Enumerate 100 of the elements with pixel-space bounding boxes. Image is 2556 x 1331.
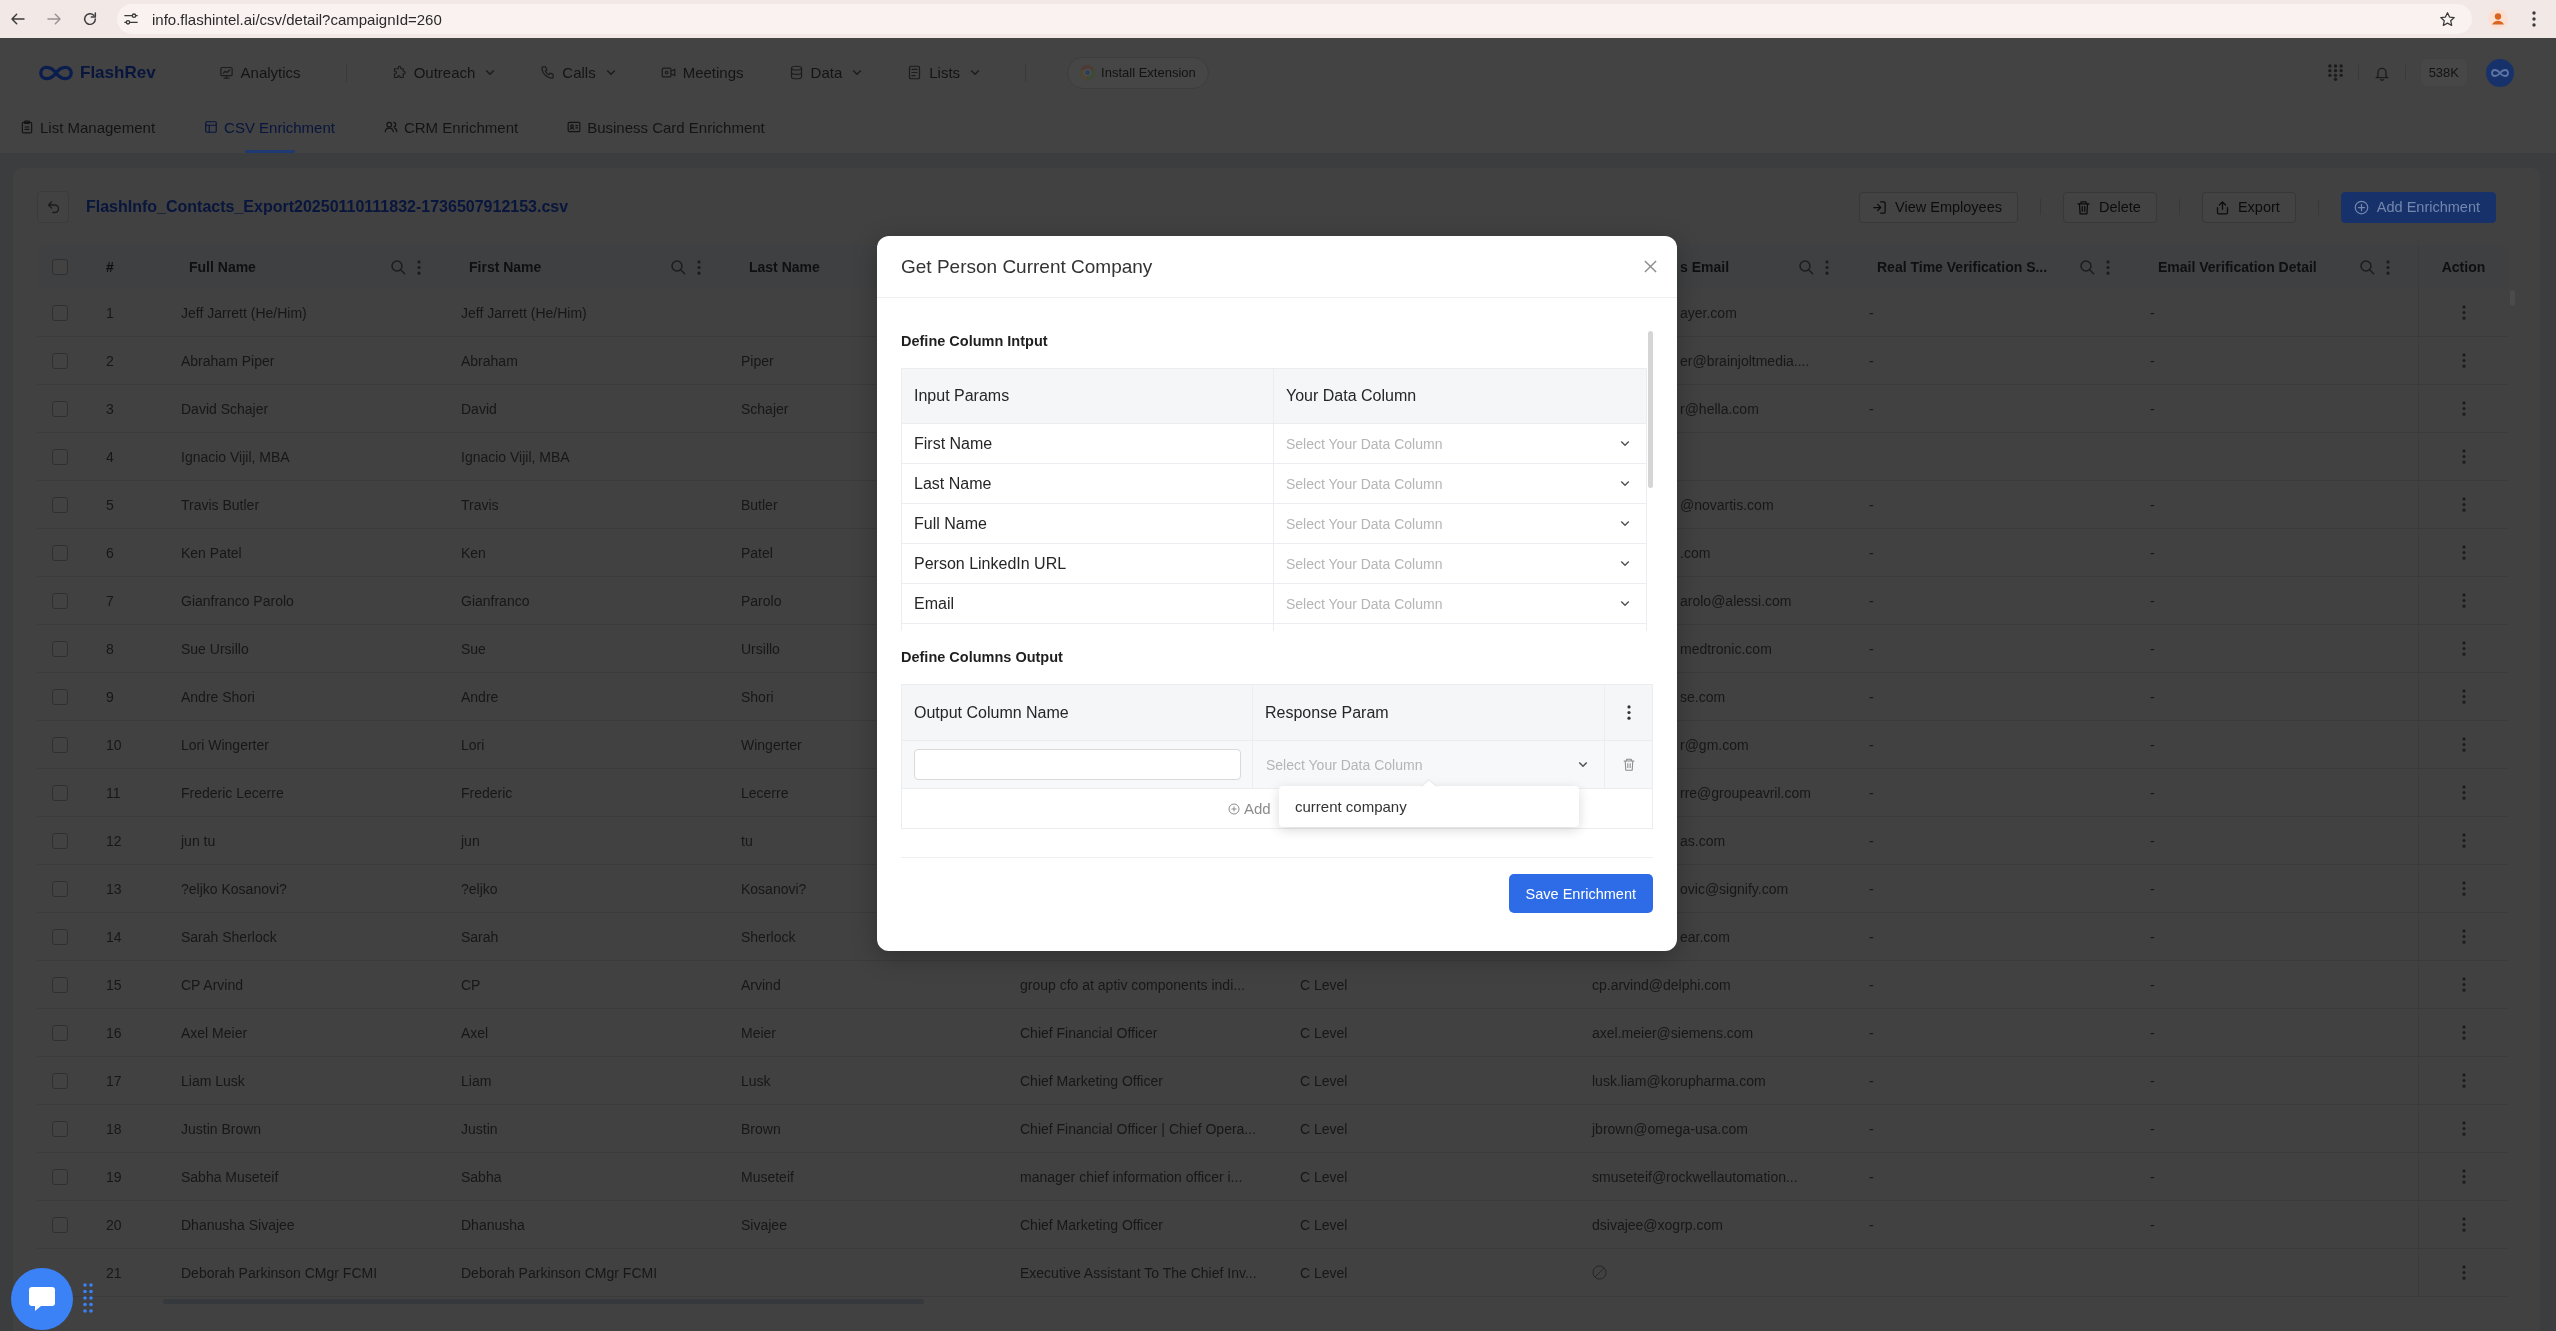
chevron-down-icon — [1620, 520, 1630, 527]
table-cell: - — [1869, 784, 1874, 801]
section-heading: Define Columns Output — [901, 649, 1063, 665]
param-label: Person LinkedIn URL — [913, 554, 1067, 573]
table-cell: - — [1869, 880, 1874, 897]
monitor-chart-icon — [218, 65, 234, 80]
param-label: First Name — [913, 434, 993, 453]
chevron-down-icon — [1620, 560, 1630, 567]
modal-title: Get Person Current Company — [901, 255, 1153, 278]
infinity-logo-icon — [37, 63, 75, 82]
table-cell: - — [2150, 1216, 2155, 1233]
table-icon — [204, 120, 219, 134]
table-cell: - — [2150, 1072, 2155, 1089]
table-cell: - — [1869, 304, 1874, 321]
table-cell: - — [2150, 544, 2155, 561]
search-icon[interactable] — [1798, 259, 1814, 275]
table-cell: - — [2150, 304, 2155, 321]
more-icon[interactable] — [1626, 705, 1631, 720]
column-header: # — [106, 259, 114, 275]
param-label: Last Name — [913, 474, 992, 493]
table-cell: - — [1869, 688, 1874, 705]
table-cell: - — [1869, 640, 1874, 657]
chevron-down-icon — [1578, 761, 1588, 768]
table-cell: - — [1869, 400, 1874, 417]
table-cell: - — [1869, 1120, 1874, 1137]
table-cell: - — [1869, 1024, 1874, 1041]
table-cell: - — [1869, 736, 1874, 753]
save-button[interactable]: Save Enrichment — [1508, 874, 1653, 913]
chevron-down-icon — [1620, 440, 1630, 447]
table-cell: - — [1869, 1216, 1874, 1233]
select-field[interactable]: Select Your Data Column — [1274, 424, 1646, 463]
database-icon — [788, 65, 804, 80]
table-cell: - — [2150, 736, 2155, 753]
bookmark-star-icon[interactable] — [2439, 10, 2456, 28]
chevron-down-icon — [1620, 600, 1630, 607]
table-cell: - — [2150, 640, 2155, 657]
sign-in-icon — [1872, 199, 1888, 215]
param-label: Email — [913, 594, 954, 613]
export-button[interactable]: Export — [2201, 191, 2296, 223]
back-button[interactable] — [37, 191, 69, 223]
profile-avatar-icon[interactable] — [2488, 9, 2508, 29]
reload-icon[interactable] — [82, 11, 98, 27]
column-header: Input Params — [914, 387, 1010, 405]
input-field[interactable] — [914, 749, 1241, 780]
plus-circle-icon — [1228, 802, 1240, 815]
select-field[interactable]: Select Your Data Column — [1274, 464, 1646, 503]
table-cell: - — [1869, 928, 1874, 945]
select-field[interactable]: Select Your Data Column — [1274, 584, 1646, 623]
undo-icon — [45, 199, 61, 215]
drag-handle-icon[interactable] — [83, 1283, 93, 1313]
table-cell: - — [1869, 976, 1874, 993]
select-field[interactable]: Select Your Data Column — [1274, 504, 1646, 543]
select-field[interactable]: Select Your Data Column — [1253, 741, 1604, 788]
file-title: FlashInfo_Contacts_Export20250110111832-1736507912153.csv — [86, 198, 569, 216]
search-icon[interactable] — [390, 259, 406, 275]
dropdown-option[interactable]: current company — [1279, 786, 1579, 827]
back-arrow-icon[interactable] — [10, 11, 26, 27]
chevron-down-icon — [1620, 480, 1630, 487]
dialpad-icon[interactable] — [2327, 64, 2343, 81]
avatar-icon[interactable] — [2486, 58, 2514, 87]
column-header: Output Column Name — [914, 703, 1069, 722]
puzzle-icon — [391, 65, 407, 80]
table-cell: - — [2150, 1024, 2155, 1041]
users-icon — [383, 120, 398, 134]
table-cell: - — [1869, 544, 1874, 561]
table-cell: - — [2150, 688, 2155, 705]
search-icon[interactable] — [670, 259, 686, 275]
table-cell: - — [1869, 352, 1874, 369]
forward-arrow-icon[interactable] — [46, 11, 62, 27]
clipboard-icon — [20, 120, 34, 134]
search-icon[interactable] — [2359, 259, 2375, 275]
add-enrichment-button[interactable]: Add Enrichment — [2340, 191, 2496, 223]
select-field[interactable]: Select Your Data Column — [1274, 544, 1646, 583]
address-bar[interactable]: info.flashintel.ai/csv/detail?campaignId=260 — [117, 4, 2472, 34]
table-cell: - — [1869, 832, 1874, 849]
table-cell: - — [2150, 400, 2155, 417]
table-cell: - — [2150, 880, 2155, 897]
scrollbar-thumb[interactable] — [1648, 331, 1653, 488]
close-icon[interactable] — [1644, 260, 1657, 273]
table-cell: - — [2150, 592, 2155, 609]
table-cell: - — [2150, 1168, 2155, 1185]
column-header: Response Param — [1265, 703, 1389, 722]
trash-icon — [2076, 199, 2091, 215]
more-icon[interactable] — [2532, 11, 2536, 27]
search-icon[interactable] — [2079, 259, 2095, 275]
table-cell: - — [2150, 1120, 2155, 1137]
column-header: Your Data Column — [1286, 387, 1417, 405]
id-card-icon — [567, 120, 582, 134]
table-cell: - — [2150, 928, 2155, 945]
chat-bubble-icon — [28, 1286, 56, 1312]
section-heading: Define Column Intput — [901, 333, 1048, 349]
table-cell: - — [1869, 496, 1874, 513]
table-cell: - — [1869, 1168, 1874, 1185]
table-cell: - — [1869, 592, 1874, 609]
trash-icon[interactable] — [1621, 757, 1636, 772]
site-settings-icon[interactable] — [123, 11, 139, 27]
table-cell: - — [2150, 496, 2155, 513]
add-row-button[interactable]: Add — [1228, 800, 1271, 817]
browser-logo-icon — [1080, 65, 1096, 80]
tab[interactable]: CSV Enrichment — [204, 107, 335, 153]
